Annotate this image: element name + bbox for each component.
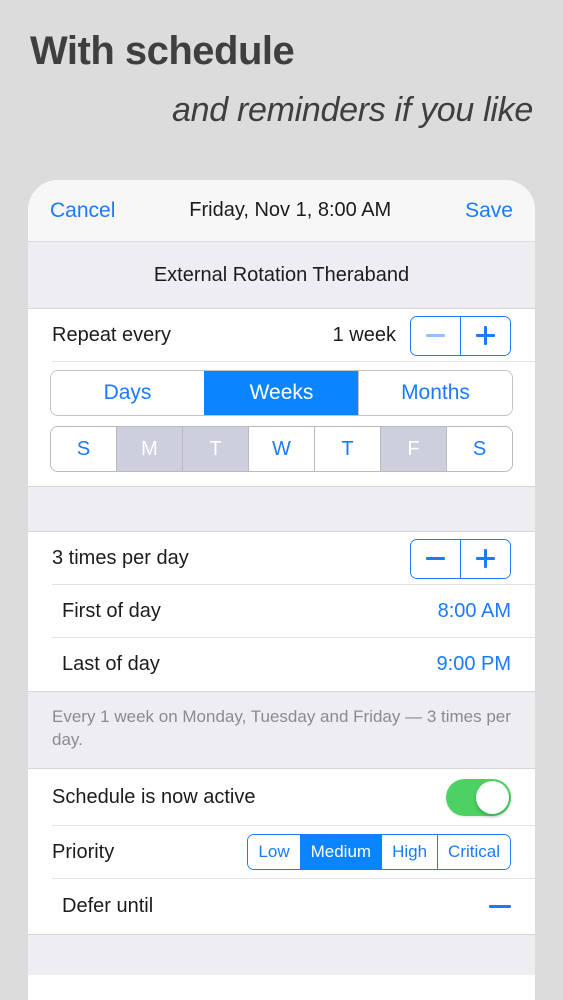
times-increment-button[interactable] — [460, 539, 510, 578]
defer-until-value-dash-icon[interactable] — [489, 905, 511, 908]
repeat-section: Repeat every 1 week Days Weeks Months S — [28, 309, 535, 486]
exercise-name: External Rotation Theraband — [153, 263, 410, 286]
promo-header: With schedule and reminders if you like — [0, 0, 563, 131]
save-button[interactable]: Save — [465, 199, 513, 223]
bottom-group-gap — [28, 933, 535, 975]
repeat-unit-segmented-wrap: Days Weeks Months — [28, 362, 535, 426]
plus-icon — [476, 549, 495, 568]
priority-critical[interactable]: Critical — [437, 835, 510, 870]
priority-row: Priority Low Medium High Critical — [28, 826, 535, 879]
promo-subtitle: and reminders if you like — [171, 91, 533, 129]
repeat-stepper — [410, 315, 511, 356]
plus-icon — [476, 326, 495, 345]
cancel-button[interactable]: Cancel — [50, 199, 115, 223]
weekday-wednesday[interactable]: W — [248, 427, 314, 471]
priority-label: Priority — [52, 840, 115, 863]
options-section: Schedule is now active Priority Low Medi… — [28, 768, 535, 934]
schedule-active-label: Schedule is now active — [52, 785, 256, 808]
first-of-day-row[interactable]: First of day 8:00 AM — [28, 585, 535, 638]
last-of-day-label: Last of day — [62, 653, 160, 675]
weekday-picker[interactable]: S M T W T F S — [50, 426, 513, 472]
section-gap — [28, 486, 535, 532]
promo-title: With schedule — [30, 29, 295, 73]
defer-until-row[interactable]: Defer until — [28, 879, 535, 934]
weekday-thursday[interactable]: T — [314, 427, 380, 471]
phone-screen-card: Cancel Friday, Nov 1, 8:00 AM Save Exter… — [28, 180, 535, 1000]
first-of-day-label: First of day — [62, 600, 161, 622]
weekday-picker-wrap: S M T W T F S — [28, 426, 535, 486]
page-title: Friday, Nov 1, 8:00 AM — [189, 199, 392, 221]
segment-months[interactable]: Months — [358, 371, 512, 415]
schedule-active-toggle[interactable] — [446, 778, 511, 816]
times-per-day-row: 3 times per day — [28, 532, 535, 585]
last-of-day-value[interactable]: 9:00 PM — [437, 653, 511, 676]
repeat-increment-button[interactable] — [460, 316, 510, 355]
priority-segmented-control[interactable]: Low Medium High Critical — [247, 834, 511, 871]
minus-icon — [426, 557, 445, 560]
times-decrement-button[interactable] — [411, 539, 460, 578]
weekday-saturday[interactable]: S — [446, 427, 512, 471]
priority-high[interactable]: High — [381, 835, 438, 870]
weekday-friday[interactable]: F — [380, 427, 446, 471]
priority-low[interactable]: Low — [248, 835, 300, 870]
defer-until-label: Defer until — [62, 894, 154, 917]
toggle-knob — [476, 780, 509, 814]
times-per-day-stepper — [410, 538, 511, 579]
repeat-interval-value: 1 week — [332, 324, 396, 346]
weekday-sunday[interactable]: S — [51, 427, 116, 471]
repeat-every-row: Repeat every 1 week — [28, 309, 535, 362]
schedule-active-row: Schedule is now active — [28, 769, 535, 826]
segment-weeks[interactable]: Weeks — [204, 371, 358, 415]
schedule-summary: Every 1 week on Monday, Tuesday and Frid… — [28, 691, 535, 769]
last-of-day-row[interactable]: Last of day 9:00 PM — [28, 638, 535, 691]
repeat-every-label: Repeat every — [52, 324, 171, 346]
weekday-monday[interactable]: M — [116, 427, 182, 471]
times-section: 3 times per day First of day 8:00 AM Las… — [28, 532, 535, 691]
times-per-day-label: 3 times per day — [52, 547, 189, 569]
repeat-decrement-button[interactable] — [411, 316, 460, 355]
first-of-day-value[interactable]: 8:00 AM — [438, 600, 511, 623]
navigation-bar: Cancel Friday, Nov 1, 8:00 AM Save — [28, 180, 535, 242]
segment-days[interactable]: Days — [51, 371, 204, 415]
exercise-name-band: External Rotation Theraband — [28, 242, 535, 309]
minus-icon — [426, 334, 445, 337]
priority-medium[interactable]: Medium — [299, 835, 382, 870]
weekday-tuesday[interactable]: T — [182, 427, 248, 471]
repeat-unit-segmented-control[interactable]: Days Weeks Months — [50, 370, 513, 416]
